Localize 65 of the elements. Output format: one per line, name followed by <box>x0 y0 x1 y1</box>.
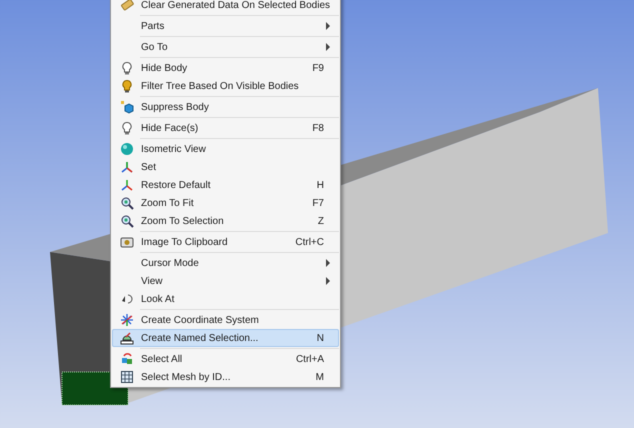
menu-item-label: Create Named Selection... <box>141 332 260 344</box>
menu-item[interactable]: Parts <box>112 17 339 35</box>
menu-item[interactable]: Restore Default H <box>112 176 339 194</box>
menu-item-label: Isometric View <box>141 144 207 154</box>
menu-item[interactable]: Zoom To Selection Z <box>112 212 339 230</box>
magnifier-icon <box>120 214 134 228</box>
menu-item[interactable]: Look At <box>112 290 339 308</box>
menu-item-label: Go To <box>141 42 168 52</box>
menu-item[interactable]: Image To Clipboard Ctrl+C <box>112 233 339 251</box>
lightbulb-icon <box>120 61 134 75</box>
menu-item[interactable]: Filter Tree Based On Visible Bodies <box>112 77 339 95</box>
menu-item[interactable]: Select All Ctrl+A <box>112 350 339 368</box>
axes-icon <box>120 160 134 174</box>
shortcut-label: Ctrl+C <box>295 236 325 248</box>
menu-item-label: Hide Face(s) <box>141 122 200 134</box>
menu-item[interactable]: Suppress Body <box>112 98 339 116</box>
shortcut-label: F7 <box>312 198 325 208</box>
menu-item-label: Restore Default <box>141 180 212 190</box>
shortcut-label: Z <box>318 216 325 226</box>
menu-item-label: Select Mesh by ID... <box>141 372 232 382</box>
menu-item[interactable]: Go To <box>112 38 339 56</box>
cubes-icon <box>120 352 134 366</box>
menu-item[interactable]: Create Coordinate System <box>112 311 339 329</box>
menu-item[interactable]: Cursor Mode <box>112 254 339 272</box>
menu-item-label: Zoom To Selection <box>141 216 225 226</box>
shortcut-label: M <box>316 372 325 382</box>
menu-item[interactable]: Set <box>112 158 339 176</box>
eye-target-icon <box>120 292 134 306</box>
menu-item[interactable]: Hide Body F9 <box>112 59 339 77</box>
sphere-icon <box>120 142 134 156</box>
menu-item-label: Create Coordinate System <box>141 314 260 326</box>
cube-icon <box>120 100 134 114</box>
shortcut-label: F8 <box>312 122 325 134</box>
menu-item-label: Cursor Mode <box>141 258 200 268</box>
shortcut-label: H <box>316 180 325 190</box>
menu-item-label: Filter Tree Based On Visible Bodies <box>141 80 300 92</box>
menu-item[interactable]: View <box>112 272 339 290</box>
magnifier-icon <box>120 196 134 210</box>
camera-icon <box>120 235 134 249</box>
shortcut-label: N <box>316 332 325 344</box>
shortcut-label: F9 <box>312 62 325 74</box>
menu-item[interactable]: Select Mesh by ID... M <box>112 368 339 386</box>
menu-item[interactable]: Hide Face(s) F8 <box>112 119 339 137</box>
menu-item-label: Select All <box>141 354 184 364</box>
lightbulb-icon <box>120 121 134 135</box>
menu-item[interactable]: Create Named Selection... N <box>112 329 339 347</box>
menu-item[interactable]: Zoom To Fit F7 <box>112 194 339 212</box>
menu-item-label: Image To Clipboard <box>141 236 229 248</box>
menu-item-label: View <box>141 276 164 286</box>
coordinate-star-icon <box>120 313 134 327</box>
menu-item-label: Suppress Body <box>141 102 210 112</box>
lightbulb-icon <box>120 79 134 93</box>
menu-item[interactable]: Clear Generated Data On Selected Bodies <box>112 0 339 14</box>
axes-icon <box>120 178 134 192</box>
menu-item-label: Parts <box>141 20 166 32</box>
menu-item-label: Zoom To Fit <box>141 198 195 208</box>
named-selection-icon <box>120 331 134 345</box>
menu-item-label: Look At <box>141 294 176 304</box>
menu-item-label: Clear Generated Data On Selected Bodies <box>141 0 331 10</box>
menu-item-label: Set <box>141 162 158 172</box>
menu-item-label: Hide Body <box>141 62 188 74</box>
shortcut-label: Ctrl+A <box>296 354 325 364</box>
menu-item[interactable]: Isometric View <box>112 140 339 158</box>
eraser-icon <box>120 0 134 12</box>
mesh-grid-icon <box>120 370 134 384</box>
